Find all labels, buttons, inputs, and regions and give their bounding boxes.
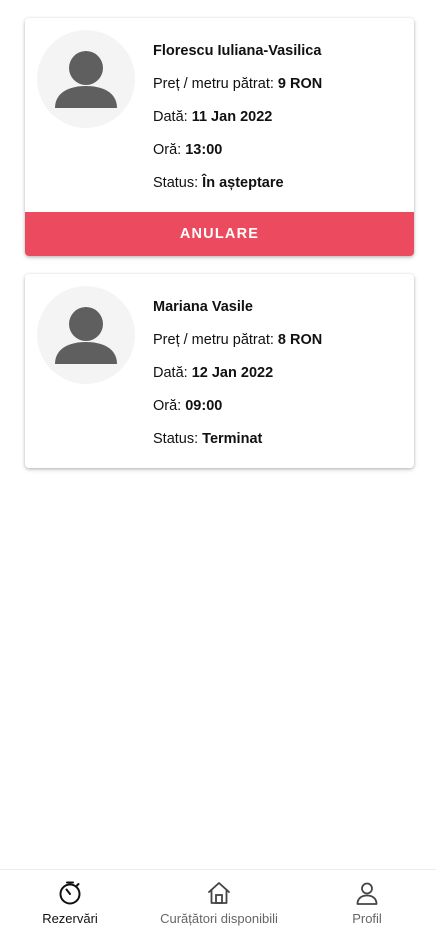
price-label: Preț / metru pătrat: [153, 76, 274, 92]
avatar [37, 30, 135, 128]
status-label: Status: [153, 431, 199, 447]
time-row: Oră: 09:00 [153, 396, 406, 429]
date-row: Dată: 12 Jan 2022 [153, 363, 406, 396]
nav-label: Profil [352, 911, 382, 926]
cleaner-name: Mariana Vasile [153, 299, 253, 315]
status-row: Status: În așteptare [153, 173, 406, 206]
date-value: 12 Jan 2022 [191, 365, 274, 381]
cancel-button[interactable]: ANULARE [25, 212, 414, 256]
price-label: Preț / metru pătrat: [153, 332, 274, 348]
person-avatar-icon [55, 51, 117, 108]
time-row: Oră: 13:00 [153, 140, 406, 173]
reservation-card: Florescu Iuliana-Vasilica Preț / metru p… [25, 18, 414, 256]
date-row: Dată: 11 Jan 2022 [153, 107, 406, 140]
avatar [37, 286, 135, 384]
time-value: 13:00 [185, 142, 223, 158]
nav-item-curatatori[interactable]: Curățători disponibili [140, 870, 298, 937]
status-value: Terminat [202, 431, 263, 447]
reservation-info: Florescu Iuliana-Vasilica Preț / metru p… [153, 41, 406, 206]
date-label: Dată: [153, 109, 188, 125]
person-icon [356, 882, 378, 905]
time-label: Oră: [153, 398, 182, 414]
status-value: În așteptare [202, 175, 284, 191]
price-row: Preț / metru pătrat: 8 RON [153, 330, 406, 363]
date-label: Dată: [153, 365, 188, 381]
home-icon [208, 882, 230, 904]
time-label: Oră: [153, 142, 182, 158]
reservation-info: Mariana Vasile Preț / metru pătrat: 8 RO… [153, 297, 406, 462]
reservations-screen: Florescu Iuliana-Vasilica Preț / metru p… [0, 0, 436, 937]
bottom-navigation: Rezervări Curățători disponibili Profil [0, 869, 436, 937]
nav-label: Curățători disponibili [160, 911, 278, 926]
price-value: 9 RON [277, 76, 323, 92]
nav-item-rezervari[interactable]: Rezervări [0, 870, 140, 937]
timer-icon [59, 881, 81, 905]
reservation-card: Mariana Vasile Preț / metru pătrat: 8 RO… [25, 274, 414, 468]
person-avatar-icon [55, 307, 117, 364]
price-value: 8 RON [277, 332, 323, 348]
cleaner-name: Florescu Iuliana-Vasilica [153, 43, 322, 59]
status-row: Status: Terminat [153, 429, 406, 462]
time-value: 09:00 [185, 398, 223, 414]
date-value: 11 Jan 2022 [191, 109, 273, 125]
status-label: Status: [153, 175, 199, 191]
nav-item-profil[interactable]: Profil [298, 870, 436, 937]
price-row: Preț / metru pătrat: 9 RON [153, 74, 406, 107]
nav-label: Rezervări [42, 911, 98, 926]
